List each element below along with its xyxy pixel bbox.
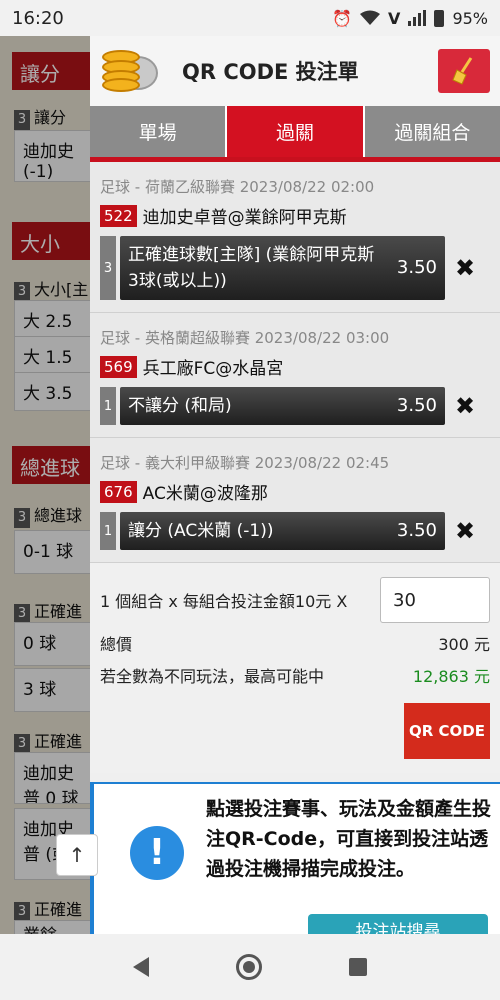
max-payout-label: 若全數為不同玩法，最高可能中 — [100, 667, 325, 686]
status-time: 16:20 — [12, 7, 64, 29]
broom-icon — [452, 57, 473, 85]
bet-odds: 3.50 — [396, 395, 437, 416]
max-payout-value: 12,863 元 — [412, 667, 490, 686]
bet-type-tabs: 單場 過關 過關組合 — [90, 106, 500, 162]
tab-parlay-combo[interactable]: 過關組合 — [364, 106, 500, 157]
info-text: 點選投注賽事、玩法及金額產生投注QR-Code，可直接到投注站透過投注機掃描完成… — [206, 798, 492, 880]
bet-label: 正確進球數[主隊] (業餘阿甲克斯 3球(或以上)) — [128, 245, 375, 291]
tab-parlay[interactable]: 過關 — [227, 106, 365, 157]
battery-percent: 95% — [452, 8, 488, 28]
match-league: 足球 - 荷蘭乙級聯賽 2023/08/22 02:00 — [100, 178, 375, 196]
bet-label: 不讓分 (和局) — [128, 396, 232, 416]
selection-item: 足球 - 英格蘭超級聯賽 2023/08/22 03:00 569 兵工廠FC@… — [90, 313, 500, 438]
system-nav-bar — [0, 934, 500, 1000]
bet-slip-panel: QR CODE 投注單 單場 過關 過關組合 足球 - 荷蘭乙級聯賽 2023/… — [90, 36, 500, 934]
bet-row: 1 讓分 (AC米蘭 (-1)) 3.50 ✖ — [100, 512, 490, 550]
clear-slip-button[interactable] — [438, 49, 490, 93]
signal-icon — [408, 10, 427, 26]
selection-item: 足球 - 荷蘭乙級聯賽 2023/08/22 02:00 522 迪加史卓普@業… — [90, 162, 500, 313]
amount-input[interactable] — [380, 577, 490, 623]
match-teams-label: AC米蘭@波隆那 — [142, 484, 268, 504]
panel-header: QR CODE 投注單 — [90, 36, 500, 106]
wifi-icon — [360, 10, 381, 25]
selection-item: 足球 - 義大利甲級聯賽 2023/08/22 02:45 676 AC米蘭@波… — [90, 438, 500, 563]
remove-icon[interactable]: ✖ — [445, 512, 485, 550]
bet-number: 1 — [100, 512, 116, 550]
total-value: 300 元 — [438, 635, 490, 654]
bet-odds: 3.50 — [396, 257, 437, 278]
match-code: 522 — [100, 204, 137, 227]
tab-single[interactable]: 單場 — [90, 106, 228, 157]
back-icon[interactable] — [133, 957, 150, 977]
bet-number: 3 — [100, 236, 116, 300]
bet-selection[interactable]: 不讓分 (和局) 3.50 — [120, 387, 445, 425]
scroll-top-button[interactable]: ↑ — [56, 834, 98, 876]
total-row: 總價 300 元 — [100, 631, 490, 655]
max-payout-row: 若全數為不同玩法，最高可能中 12,863 元 — [100, 663, 490, 687]
station-search-button[interactable]: 投注站搜尋 — [308, 914, 488, 934]
match-teams: 522 迪加史卓普@業餘阿甲克斯 — [100, 203, 490, 228]
alarm-icon: ⏰ — [332, 8, 353, 28]
combo-text: 1 個組合 x 每組合投注金額10元 X — [100, 592, 348, 611]
home-icon[interactable] — [235, 954, 262, 980]
match-league: 足球 - 英格蘭超級聯賽 2023/08/22 03:00 — [100, 329, 390, 347]
total-label: 總價 — [100, 635, 133, 654]
bet-odds: 3.50 — [396, 520, 437, 541]
remove-icon[interactable]: ✖ — [445, 387, 485, 425]
battery-icon — [434, 9, 445, 27]
bet-row: 3 正確進球數[主隊] (業餘阿甲克斯 3球(或以上)) 3.50 ✖ — [100, 236, 490, 300]
match-league: 足球 - 義大利甲級聯賽 2023/08/22 02:45 — [100, 454, 390, 472]
match-teams-label: 兵工廠FC@水晶宮 — [142, 359, 284, 379]
match-code: 676 — [100, 480, 137, 503]
status-bar: 16:20 ⏰ V 95% — [0, 0, 500, 36]
match-teams-label: 迪加史卓普@業餘阿甲克斯 — [142, 208, 347, 228]
bet-selection[interactable]: 讓分 (AC米蘭 (-1)) 3.50 — [120, 512, 445, 550]
match-teams: 676 AC米蘭@波隆那 — [100, 479, 490, 504]
remove-icon[interactable]: ✖ — [445, 236, 485, 300]
status-icons: ⏰ V 95% — [332, 9, 488, 28]
volte-icon: V — [388, 8, 401, 28]
combo-row: 1 個組合 x 每組合投注金額10元 X — [100, 577, 490, 623]
match-code: 569 — [100, 355, 137, 378]
bet-row: 1 不讓分 (和局) 3.50 ✖ — [100, 387, 490, 425]
bet-selection[interactable]: 正確進球數[主隊] (業餘阿甲克斯 3球(或以上)) 3.50 — [120, 236, 445, 300]
bet-number: 1 — [100, 387, 116, 425]
panel-title: QR CODE 投注單 — [182, 60, 359, 84]
match-teams: 569 兵工廠FC@水晶宮 — [100, 354, 490, 379]
bet-summary: 1 個組合 x 每組合投注金額10元 X 總價 300 元 若全數為不同玩法，最… — [90, 563, 500, 773]
bet-label: 讓分 (AC米蘭 (-1)) — [128, 521, 274, 541]
coins-icon — [100, 48, 160, 94]
qr-code-button[interactable]: QR CODE — [404, 703, 490, 759]
info-box: ! 點選投注賽事、玩法及金額產生投注QR-Code，可直接到投注站透過投注機掃描… — [90, 782, 500, 934]
recent-apps-icon[interactable] — [348, 958, 367, 976]
info-icon: ! — [130, 826, 184, 880]
